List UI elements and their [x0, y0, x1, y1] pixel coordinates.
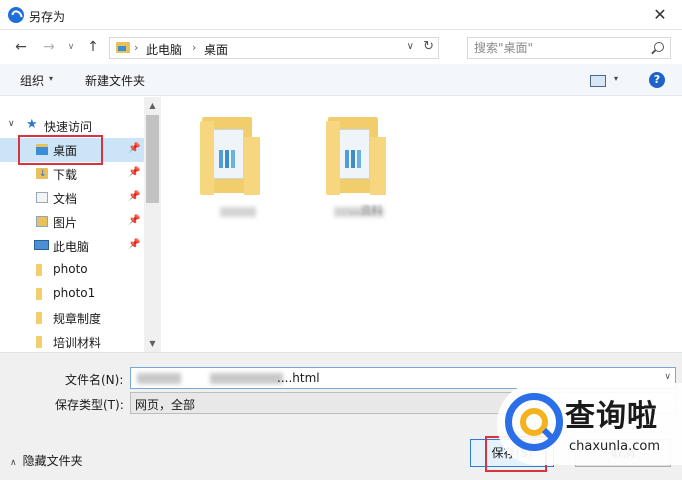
organize-button[interactable]: 组织 — [20, 72, 44, 89]
address-dropdown-icon[interactable]: ∨ — [407, 41, 414, 52]
filetype-value[interactable]: 网页，全部 — [135, 396, 195, 413]
pictures-folder-icon — [36, 216, 48, 227]
navigation-scrollbar[interactable]: ▲ ▼ — [144, 97, 161, 352]
sidebar-item-photo[interactable]: photo — [0, 258, 144, 282]
view-options-chevron-icon[interactable]: ▾ — [614, 74, 618, 83]
folder-label: ...资料 — [350, 204, 383, 217]
scroll-up-icon[interactable]: ▲ — [144, 97, 161, 114]
up-button[interactable]: ↑ — [84, 38, 102, 56]
file-list[interactable]: ...资料 — [162, 97, 682, 352]
close-button[interactable]: ✕ — [638, 0, 682, 30]
search-input[interactable] — [468, 38, 648, 58]
expand-chevron-icon[interactable]: ∨ — [8, 119, 15, 129]
pin-icon[interactable]: 📌 — [128, 215, 140, 226]
refresh-icon[interactable]: ↻ — [423, 39, 434, 54]
pin-icon[interactable]: 📌 — [128, 191, 140, 202]
search-box[interactable] — [467, 37, 671, 59]
app-icon — [8, 7, 24, 23]
change-view-icon[interactable] — [590, 75, 606, 87]
hide-folders-label: 隐藏文件夹 — [22, 454, 83, 468]
chevron-up-icon: ∧ — [10, 458, 17, 468]
documents-folder-icon — [36, 192, 48, 203]
recent-locations-button[interactable]: ∨ — [62, 38, 80, 56]
chevron-down-icon[interactable]: ∨ — [664, 372, 671, 382]
star-icon: ★ — [26, 117, 38, 132]
folder-item[interactable] — [326, 115, 386, 195]
breadcrumb-separator-icon[interactable]: › — [134, 41, 138, 54]
sidebar-item-pictures[interactable]: 图片 📌 — [0, 210, 144, 234]
scrollbar-thumb[interactable] — [146, 115, 159, 203]
title-bar: 另存为 ✕ — [0, 0, 682, 30]
navigation-bar: ← → ∨ ↑ › 此电脑 › 桌面 ∨ ↻ — [0, 30, 682, 64]
scroll-down-icon[interactable]: ▼ — [144, 335, 161, 352]
watermark: 查询啦 chaxunla.com — [497, 383, 682, 465]
breadcrumb-separator-icon[interactable]: › — [192, 41, 196, 54]
sidebar-item-label: 培训材料 — [53, 336, 102, 350]
back-button[interactable]: ← — [12, 38, 30, 56]
new-folder-button[interactable]: 新建文件夹 — [85, 72, 145, 89]
sidebar-item-label: 图片 — [53, 216, 78, 230]
chevron-down-icon[interactable]: ▾ — [49, 74, 53, 83]
search-icon[interactable] — [654, 42, 664, 52]
folder-icon — [36, 312, 42, 324]
annotation-highlight-box — [18, 135, 103, 165]
watermark-title: 查询啦 — [565, 399, 658, 434]
download-folder-icon: ↓ — [36, 168, 48, 179]
sidebar-item-label: 下载 — [53, 168, 78, 182]
breadcrumb-this-pc[interactable]: 此电脑 — [146, 41, 182, 58]
sidebar-item-regulations[interactable]: 规章制度 — [0, 306, 144, 330]
folder-label-redacted — [220, 207, 256, 217]
watermark-logo-icon — [505, 393, 563, 451]
folder-icon — [36, 336, 42, 348]
pin-icon[interactable]: 📌 — [128, 239, 140, 250]
sidebar-item-label: 快速访问 — [44, 120, 93, 134]
sidebar-item-label: 文档 — [53, 192, 78, 206]
filename-value[interactable]: ....html — [277, 371, 320, 385]
forward-button[interactable]: → — [40, 38, 58, 56]
hide-folders-toggle[interactable]: ∧ 隐藏文件夹 — [10, 452, 83, 469]
watermark-url: chaxunla.com — [569, 439, 660, 454]
window-title: 另存为 — [29, 10, 66, 24]
filename-redacted — [137, 373, 283, 384]
breadcrumb-desktop[interactable]: 桌面 — [204, 41, 228, 58]
filetype-label: 保存类型(T): — [55, 398, 124, 412]
address-bar[interactable]: › 此电脑 › 桌面 ∨ ↻ — [109, 37, 439, 59]
desktop-folder-icon — [116, 42, 130, 53]
folder-item[interactable] — [200, 115, 260, 195]
help-icon[interactable]: ? — [649, 72, 665, 88]
sidebar-item-label: photo1 — [53, 286, 96, 300]
sidebar-item-this-pc[interactable]: 此电脑 📌 — [0, 234, 144, 258]
sidebar-item-training[interactable]: 培训材料 — [0, 330, 144, 354]
sidebar-item-downloads[interactable]: ↓ 下载 📌 — [0, 162, 144, 186]
sidebar-item-documents[interactable]: 文档 📌 — [0, 186, 144, 210]
filename-label: 文件名(N): — [65, 373, 124, 387]
folder-icon — [36, 288, 42, 300]
sidebar-item-label: 此电脑 — [53, 240, 90, 254]
folder-icon — [36, 264, 42, 276]
sidebar-item-photo1[interactable]: photo1 — [0, 282, 144, 306]
pin-icon[interactable]: 📌 — [128, 143, 140, 154]
computer-icon — [34, 240, 49, 250]
sidebar-item-label: photo — [53, 262, 88, 276]
sidebar-item-label: 规章制度 — [53, 312, 102, 326]
command-bar: 组织 ▾ 新建文件夹 ▾ ? — [0, 64, 682, 96]
pin-icon[interactable]: 📌 — [128, 167, 140, 178]
